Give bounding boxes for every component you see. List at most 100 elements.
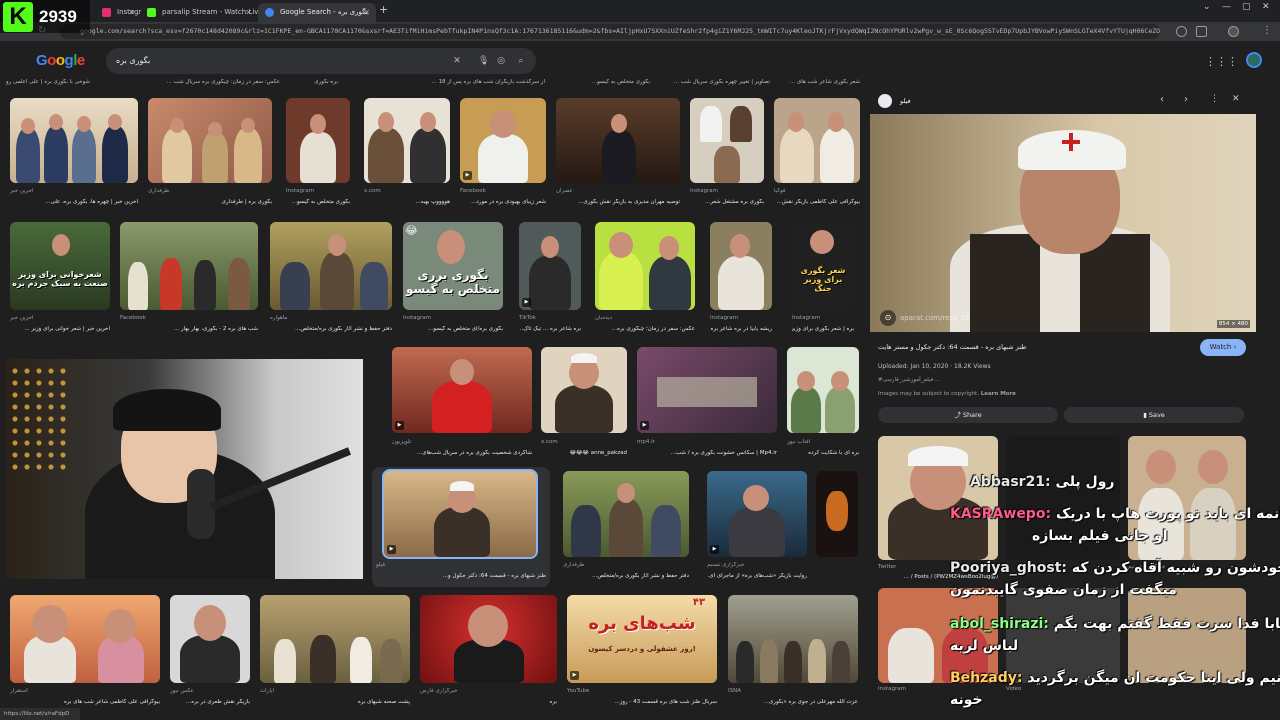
image-result[interactable]: ▶ Facebook شعر زیبای بهبودی بره در مورد.… [460, 98, 546, 210]
maximize-icon[interactable]: ▢ [1242, 2, 1251, 12]
image-result[interactable]: x.com هووووپ بهبه... [364, 98, 450, 210]
result-title[interactable]: آخرین خبر | چهره ها، بگوری بره، علی... [10, 199, 138, 205]
result-thumbnail[interactable] [787, 347, 859, 433]
result-caption[interactable]: بره-بگوری [290, 79, 338, 85]
new-tab-button[interactable]: + [379, 3, 388, 16]
result-thumbnail[interactable] [286, 98, 350, 183]
result-title[interactable]: شاگردی شخصیت بگوری بره در سریال شب‌های..… [392, 450, 532, 456]
result-thumbnail[interactable]: ▶ [637, 347, 777, 433]
related-thumbnail[interactable] [878, 436, 998, 560]
image-result[interactable]: x.com anne_pakzad 😂😂😂 [541, 347, 627, 459]
image-result[interactable]: عکس نیوز بازیگر نقش طعری در بره... [170, 595, 250, 720]
related-image[interactable] [1128, 588, 1246, 720]
image-result[interactable]: فوکیا بیوگرافی علی کاظمی بازیگر نقش... [774, 98, 860, 210]
search-icon[interactable]: ⌕ [516, 56, 526, 66]
image-result[interactable]: آخرین خبر آخرین خبر | چهره ها، بگوری بره… [10, 98, 138, 210]
close-tab-icon[interactable]: ✕ [128, 3, 135, 22]
result-thumbnail[interactable]: شعر بگوری برای وزیر جنگ [792, 222, 854, 310]
tab-kick-stream[interactable]: parsalip Stream - Watch Live on ✕ [140, 3, 258, 22]
result-title[interactable]: بیوگرافی علی کاظمی شاعر شب های بره [10, 699, 160, 705]
clear-icon[interactable]: ✕ [452, 56, 462, 66]
related-image[interactable]: Video [1006, 588, 1120, 720]
image-result[interactable]: شب‌های بره روز عشقولی و دردسر کیسون! ۴۳ … [567, 595, 717, 720]
result-thumbnail[interactable]: ▶ [519, 222, 581, 310]
google-logo[interactable]: Google [36, 52, 85, 69]
tab-search-icon[interactable]: ⌄ [1203, 2, 1211, 12]
image-result[interactable]: بگوری برری متخلص به گیسو 😂 Instagram بگو… [403, 222, 503, 334]
result-thumbnail[interactable] [10, 98, 138, 183]
result-thumbnail[interactable] [170, 595, 250, 683]
result-title[interactable]: Mp4.ir | سکانس خشونت بگوری بره / شب... [637, 450, 777, 456]
result-thumbnail[interactable]: ▶ [707, 471, 807, 557]
lens-search-icon[interactable]: ⊙ [880, 310, 896, 326]
next-icon[interactable]: › [1184, 94, 1188, 105]
result-thumbnail[interactable] [563, 471, 689, 557]
image-result[interactable]: ISNA عزت الله مهرعلی در جوی بره «بگوری..… [728, 595, 858, 720]
result-caption[interactable]: شعر بگوری شاعر شب های ... [775, 79, 860, 85]
result-thumbnail[interactable] [595, 222, 695, 310]
result-title[interactable]: شب های بره 2 - بگوری، بهار بهار ... [120, 326, 258, 332]
preview-title[interactable]: طنز شبهای بره - قسمت 64: دکتر جکول و مست… [878, 343, 1026, 351]
related-thumbnail[interactable] [1128, 588, 1246, 683]
image-result[interactable]: دیده‌بان عکس: سفر در زمان؛ چیگوری بره... [595, 222, 695, 334]
result-thumbnail[interactable] [816, 471, 858, 557]
result-title[interactable]: بگوری متخلص به گیسو... [286, 199, 350, 205]
result-thumbnail[interactable] [774, 98, 860, 183]
related-thumbnail[interactable] [1006, 588, 1120, 683]
result-thumbnail[interactable] [148, 98, 272, 183]
image-result[interactable]: آپارات پشت صحنه شبهای بره [260, 595, 410, 720]
result-caption[interactable]: شوخی با بگوری بره | علی اعلمی رو ترجم... [4, 79, 90, 85]
search-input[interactable]: بگوری بره [116, 48, 150, 74]
result-thumbnail[interactable] [10, 595, 160, 683]
lens-icon[interactable]: ◎ [496, 56, 506, 66]
image-result[interactable]: آفتاب نیوز بره ای با شکایت کرده [787, 347, 859, 459]
image-result[interactable]: Instagram بگوری متخلص به گیسو... [286, 98, 350, 210]
image-result[interactable]: عصران توصیه مهران مدیری به بازیگر نقش بگ… [556, 98, 680, 210]
more-options-icon[interactable]: ⋮ [1210, 94, 1219, 104]
image-result[interactable]: طرفداری دفتر حفظ و نشر آثار بگوری بره/مت… [563, 471, 689, 583]
result-title[interactable]: شعر زیبای بهبودی بره در مورد... [460, 199, 546, 205]
prev-icon[interactable]: ‹ [1160, 94, 1164, 105]
profile-icon[interactable] [1228, 26, 1239, 37]
result-title[interactable]: عکس: سفر در زمان؛ چیگوری بره... [595, 326, 695, 332]
search-box[interactable]: بگوری بره ✕ 🎙 ◎ ⌕ [106, 48, 536, 74]
result-caption[interactable]: تصاویر | تغییر چهره بگوری سریال شب ... [660, 79, 770, 85]
mic-icon[interactable]: 🎙 [478, 56, 489, 66]
result-title[interactable]: هووووپ بهبه... [364, 199, 450, 205]
share-button[interactable]: ⤴ Share [878, 407, 1058, 423]
result-thumbnail[interactable]: شب‌های بره روز عشقولی و دردسر کیسون! ۴۳ … [567, 595, 717, 683]
close-tab-icon[interactable]: ✕ [363, 3, 370, 22]
result-title[interactable]: بره شاعر بره ... تیک تاک... [519, 326, 581, 332]
result-title[interactable]: دفتر حفظ و نشر آثار بگوری بره/متخلص... [563, 573, 689, 579]
menu-icon[interactable]: ⋮ [1262, 25, 1272, 36]
image-result[interactable]: Instagram بگوری بره مشتعل شعر... [690, 98, 764, 210]
save-button[interactable]: ▮ Save [1064, 407, 1244, 423]
result-title[interactable]: بگوری بره مشتعل شعر... [690, 199, 764, 205]
image-result[interactable]: ▶ mp4.ir Mp4.ir | سکانس خشونت بگوری بره … [637, 347, 777, 459]
result-caption[interactable]: بگوری متخلص به کیسو... [560, 79, 650, 85]
close-window-icon[interactable]: ✕ [1262, 2, 1270, 12]
result-title[interactable]: دفتر حفظ و نشر آثار بگوری بره/متخلص... [270, 326, 392, 332]
result-title[interactable]: سریال طنز شب های بره قسمت 43 - روز... [567, 699, 717, 705]
related-thumbnail[interactable] [878, 588, 998, 683]
result-title[interactable]: anne_pakzad 😂😂😂 [541, 450, 627, 456]
result-caption[interactable]: از سرگذشت بازیگران شب های بره پس از 18 .… [390, 79, 545, 85]
result-thumbnail[interactable]: ▶ [392, 347, 532, 433]
image-result[interactable]: خبرگزاری فارس بره [420, 595, 557, 720]
image-result-selected[interactable]: ▶ فیلو طنز شبهای بره - قسمت 64: دکتر جکو… [372, 467, 550, 587]
apps-grid-icon[interactable]: ⋮⋮⋮ [1205, 55, 1238, 68]
result-thumbnail[interactable]: شعرخوانی برای وزیر صنعت به سبک جردم بره [10, 222, 110, 310]
tab-instagram[interactable]: Instagram ✕ [95, 3, 141, 22]
source-name[interactable]: فیلو [900, 97, 911, 105]
extensions-icon[interactable] [1196, 26, 1207, 37]
result-title[interactable]: بره ای با شکایت کرده [787, 450, 859, 456]
result-thumbnail[interactable] [728, 595, 858, 683]
learn-more-link[interactable]: Learn More [981, 391, 1016, 397]
result-title[interactable]: پشت صحنه شبهای بره [260, 699, 410, 705]
result-title[interactable]: بیوگرافی علی کاظمی بازیگر نقش... [774, 199, 860, 205]
result-title[interactable]: بره [420, 699, 557, 705]
close-tab-icon[interactable]: ✕ [245, 3, 252, 22]
image-result[interactable]: ▶ خبرگزاری تسنیم روایت بازیگر «شب‌های بر… [707, 471, 807, 583]
image-result[interactable]: شعرخوانی برای وزیر صنعت به سبک جردم بره … [10, 222, 110, 334]
account-avatar[interactable] [1246, 52, 1262, 68]
